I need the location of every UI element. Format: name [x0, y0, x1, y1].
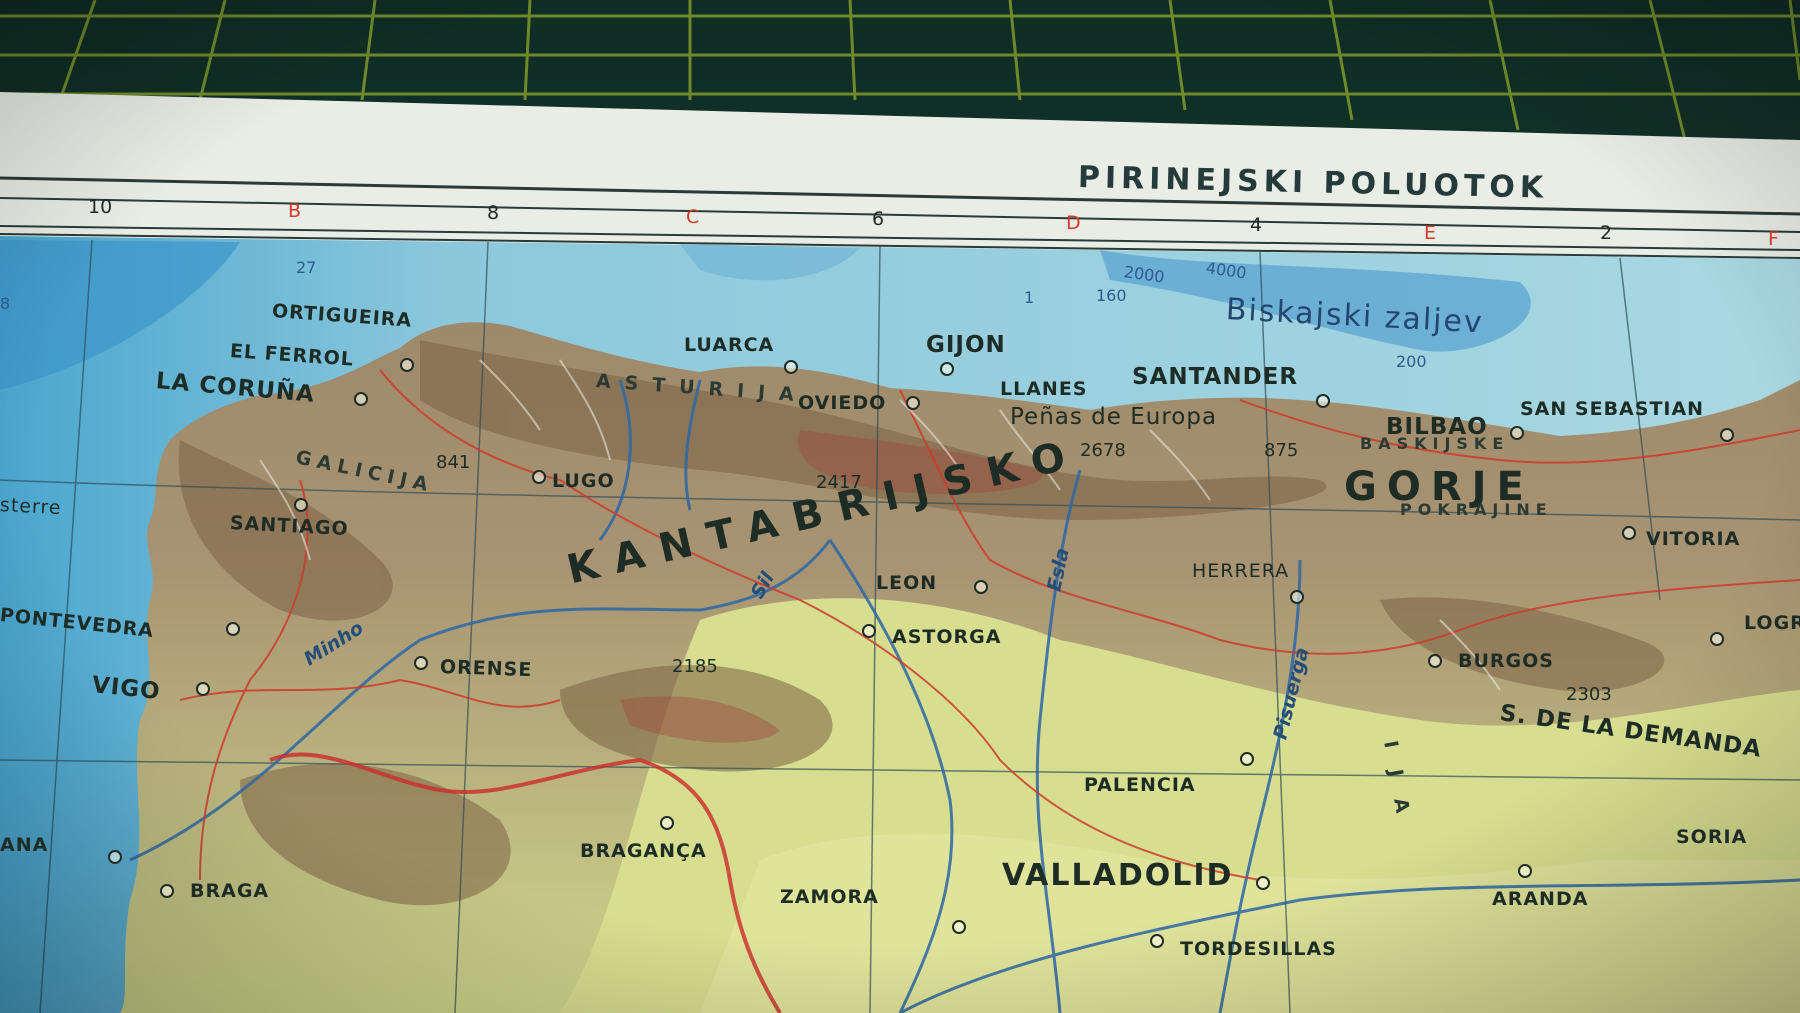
- city-san-sebastian: SAN SEBASTIAN: [1520, 398, 1705, 420]
- grid-letter-b: B: [288, 200, 302, 222]
- city-aranda: ARANDA: [1492, 888, 1589, 910]
- peak-elevation: 2417: [816, 472, 862, 493]
- city-marker: [974, 580, 988, 594]
- city-marker: [862, 624, 876, 638]
- city-marker: [196, 682, 210, 696]
- region-baskijske: BASKIJSKE: [1360, 434, 1510, 453]
- city-viana: ANA: [0, 834, 49, 856]
- grid-number-4: 4: [1250, 214, 1263, 236]
- city-marker: [1720, 428, 1734, 442]
- grid-number-6: 6: [872, 208, 885, 230]
- grid-letter-e: E: [1424, 222, 1437, 244]
- city-marker: [1428, 654, 1442, 668]
- depth-label: 200: [1396, 352, 1427, 371]
- city-marker: [1150, 934, 1164, 948]
- grid-number-2: 2: [1600, 222, 1613, 244]
- city-orense: ORENSE: [439, 656, 533, 682]
- city-marker: [660, 816, 674, 830]
- city-marker: [952, 920, 966, 934]
- city-marker: [906, 396, 920, 410]
- city-braga: BRAGA: [190, 880, 270, 902]
- peak-elevation: 2185: [672, 656, 718, 677]
- city-lugo: LUGO: [552, 470, 615, 492]
- city-marker: [1240, 752, 1254, 766]
- city-logrono: LOGR: [1744, 612, 1800, 634]
- depth-label: 1: [1024, 288, 1035, 307]
- city-vitoria: VITORIA: [1646, 528, 1741, 550]
- grid-letter-c: C: [686, 206, 700, 228]
- city-marker: [294, 498, 308, 512]
- depth-label: 160: [1096, 286, 1127, 305]
- grid-number-8: 8: [487, 202, 500, 224]
- depth-label: 8: [0, 294, 11, 313]
- city-gijon: GIJON: [926, 332, 1006, 358]
- city-tordesillas: TORDESILLAS: [1180, 938, 1337, 960]
- city-leon: LEON: [876, 572, 938, 594]
- city-marker: [108, 850, 122, 864]
- city-braganca: BRAGANÇA: [580, 840, 707, 862]
- city-santander: SANTANDER: [1132, 364, 1299, 390]
- grid-number-10: 10: [88, 196, 113, 218]
- peak-elevation: 841: [436, 452, 471, 473]
- grid-letter-f: F: [1768, 228, 1779, 250]
- peak-range-label: Peñas de Europa: [1010, 404, 1218, 430]
- city-marker: [1290, 590, 1304, 604]
- city-marker: [354, 392, 368, 406]
- depth-label: 27: [296, 258, 317, 277]
- city-marker: [414, 656, 428, 670]
- region-pokrajine: POKRAJINE: [1400, 500, 1553, 519]
- city-marker: [1316, 394, 1330, 408]
- city-marker: [1256, 876, 1270, 890]
- city-oviedo: OVIEDO: [798, 392, 887, 414]
- city-astorga: ASTORGA: [892, 626, 1002, 648]
- city-valladolid: VALLADOLID: [1002, 858, 1234, 893]
- city-marker: [532, 470, 546, 484]
- city-marker: [1510, 426, 1524, 440]
- peak-elevation: 875: [1264, 440, 1299, 461]
- city-marker: [1622, 526, 1636, 540]
- city-marker: [784, 360, 798, 374]
- city-soria: SORIA: [1676, 826, 1748, 848]
- peak-elevation: 2303: [1566, 684, 1612, 705]
- city-herrera: HERRERA: [1192, 560, 1290, 582]
- city-marker: [160, 884, 174, 898]
- city-llanes: LLANES: [1000, 378, 1088, 400]
- grid-letter-d: D: [1066, 212, 1081, 234]
- city-zamora: ZAMORA: [780, 886, 879, 908]
- city-marker: [940, 362, 954, 376]
- city-finisterre: sterre: [0, 494, 63, 520]
- city-marker: [1518, 864, 1532, 878]
- city-burgos: BURGOS: [1458, 650, 1554, 672]
- city-marker: [400, 358, 414, 372]
- city-luarca: LUARCA: [684, 334, 775, 356]
- city-marker: [1710, 632, 1724, 646]
- peak-elevation: 2678: [1080, 440, 1126, 461]
- city-marker: [226, 622, 240, 636]
- city-palencia: PALENCIA: [1084, 774, 1196, 796]
